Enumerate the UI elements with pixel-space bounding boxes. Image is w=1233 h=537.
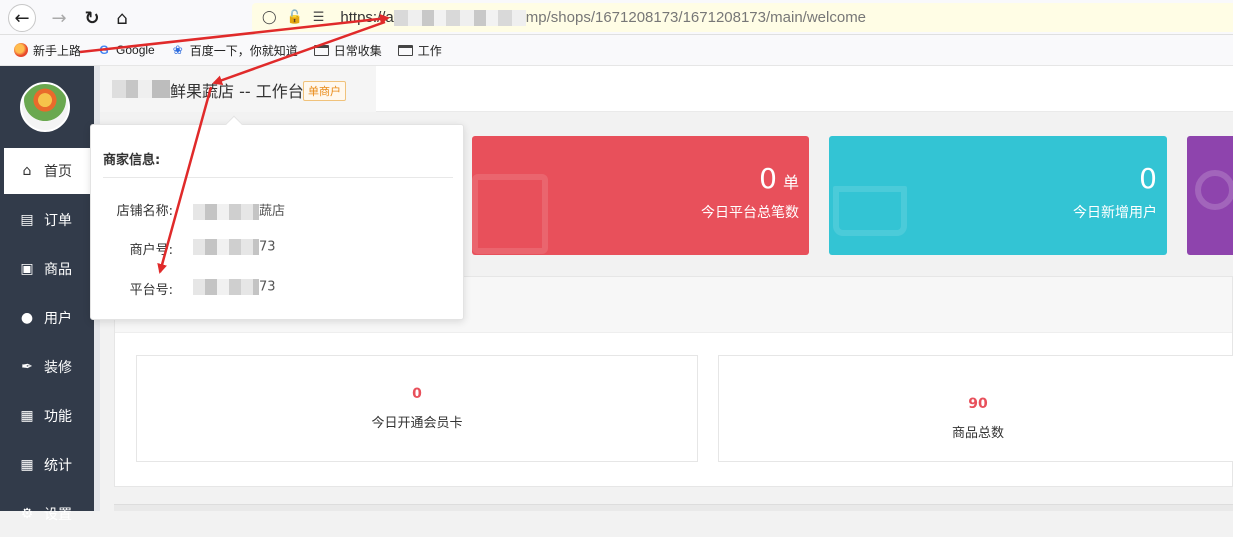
bookmark-label: 新手上路 — [33, 43, 82, 58]
forward-arrow-icon[interactable]: → — [45, 4, 73, 32]
stat-value: 0 — [412, 386, 422, 402]
sidebar-item-label: 统计 — [44, 458, 72, 474]
popover-arrow — [225, 115, 243, 133]
next-panel-edge — [114, 504, 1233, 511]
stat-value: 90 — [968, 396, 988, 412]
reload-icon[interactable]: ↻ — [78, 4, 106, 32]
back-arrow-icon[interactable]: ← — [8, 4, 36, 32]
redacted-value — [193, 203, 259, 220]
sidebar-item-products[interactable]: ▣ 商品 — [4, 246, 94, 292]
row-label: 商户号: — [129, 243, 173, 258]
value-suffix: 73 — [259, 279, 276, 295]
grid-icon: ▦ — [20, 457, 34, 473]
bookmark-google[interactable]: G Google — [97, 43, 155, 57]
bookmark-label: 日常收集 — [333, 43, 382, 58]
url-path: mp/shops/1671208173/1671208173/main/welc… — [525, 8, 867, 26]
sidebar-item-label: 装修 — [44, 360, 72, 376]
row-value: 蔬店 — [193, 200, 285, 220]
bookmarks-bar: 新手上路 G Google ❀ 百度一下，你就知道 日常收集 工作 — [0, 35, 1233, 66]
bookmark-label: 工作 — [417, 43, 442, 58]
row-value: 73 — [193, 279, 276, 295]
value-suffix: 蔬店 — [259, 204, 286, 219]
folder-icon — [397, 44, 413, 56]
row-label: 店铺名称: — [116, 204, 173, 219]
permissions-icon[interactable]: ☰ — [313, 10, 325, 25]
sidebar-item-label: 首页 — [44, 164, 72, 180]
order-icon: ▤ — [20, 212, 34, 228]
bookmark-label: Google — [116, 43, 155, 57]
folder-icon — [313, 44, 329, 56]
shop-avatar[interactable] — [20, 82, 70, 132]
home-icon: ⌂ — [22, 163, 32, 179]
stat-label: 今日开通会员卡 — [371, 416, 463, 431]
document-icon — [472, 174, 548, 254]
firefox-icon — [14, 43, 28, 57]
address-bar[interactable]: ◯ 🔓 ☰ https://a mp/shops/1671208173/16712… — [252, 3, 1233, 32]
stat-product-total: 90 商品总数 — [718, 355, 1233, 462]
sidebar-item-label: 用户 — [44, 311, 72, 327]
redacted-value — [193, 279, 259, 295]
baidu-paw-icon: ❀ — [172, 43, 183, 57]
bookmark-folder-daily[interactable]: 日常收集 — [313, 42, 382, 59]
sidebar-item-home[interactable]: ⌂ 首页 — [4, 148, 94, 194]
row-value: 73 — [193, 239, 276, 255]
card-new-users: 0 今日新增用户 — [829, 136, 1167, 255]
sidebar-item-users[interactable]: ● 用户 — [4, 295, 94, 341]
value-number: 0 — [759, 162, 777, 195]
sidebar-item-label: 设置 — [44, 507, 72, 523]
bookmark-folder-work[interactable]: 工作 — [397, 42, 442, 59]
sidebar-item-label: 商品 — [44, 262, 72, 278]
page-header: 鲜果蔬店 -- 工作台 单商户 — [100, 66, 1233, 112]
gear-icon: ⚙ — [20, 506, 34, 522]
bookmark-getting-started[interactable]: 新手上路 — [14, 42, 81, 59]
card-platform-orders: 0单 今日平台总笔数 — [472, 136, 809, 255]
cart-icon — [833, 186, 907, 236]
bookmark-label: 百度一下，你就知道 — [189, 43, 298, 58]
value-unit: 单 — [782, 173, 799, 192]
home-icon[interactable]: ⌂ — [108, 4, 136, 32]
sidebar: ⌂ 首页 ▤ 订单 ▣ 商品 ● 用户 ✒ 装修 ▦ 功能 ▦ 统计 ⚙ 设置 — [0, 66, 100, 523]
popover-title: 商家信息: — [103, 153, 161, 168]
search-icon — [1195, 170, 1233, 210]
sidebar-item-orders[interactable]: ▤ 订单 — [4, 197, 94, 243]
card-value: 0 — [1139, 162, 1157, 195]
redacted-host — [393, 10, 526, 27]
lock-warning-icon[interactable]: 🔓 — [287, 10, 303, 25]
bag-icon: ▣ — [20, 261, 34, 277]
sidebar-item-decoration[interactable]: ✒ 装修 — [4, 344, 94, 390]
card-partial — [1187, 136, 1233, 255]
divider — [103, 177, 453, 178]
sidebar-item-label: 订单 — [44, 213, 72, 229]
sidebar-item-label: 功能 — [44, 409, 72, 425]
browser-toolbar: ← → ↻ ⌂ ◯ 🔓 ☰ https://a mp/shops/16712081… — [0, 0, 1233, 35]
url-prefix: https://a — [340, 8, 394, 26]
sidebar-item-statistics[interactable]: ▦ 统计 — [4, 442, 94, 488]
url-text[interactable]: https://a mp/shops/1671208173/1671208173/… — [340, 8, 867, 27]
card-label: 今日平台总笔数 — [701, 205, 799, 221]
merchant-info-popover: 商家信息: 店铺名称: 蔬店 商户号: 73 平台号: 73 — [90, 115, 464, 320]
shop-type-badge: 单商户 — [303, 81, 346, 101]
brush-icon: ✒ — [21, 359, 33, 375]
card-value: 0单 — [759, 162, 799, 195]
shield-icon[interactable]: ◯ — [262, 10, 277, 25]
stat-label: 商品总数 — [951, 426, 1004, 441]
redacted-store-name — [112, 80, 170, 98]
value-suffix: 73 — [259, 239, 276, 255]
card-label: 今日新增用户 — [1073, 205, 1157, 221]
sidebar-item-settings[interactable]: ⚙ 设置 — [4, 491, 94, 537]
sidebar-item-features[interactable]: ▦ 功能 — [4, 393, 94, 439]
google-icon: G — [99, 43, 109, 57]
page-title: 鲜果蔬店 -- 工作台 — [170, 82, 304, 101]
bookmark-baidu[interactable]: ❀ 百度一下，你就知道 — [171, 42, 298, 59]
row-label: 平台号: — [129, 283, 173, 298]
store-tab[interactable]: 鲜果蔬店 -- 工作台 单商户 — [100, 66, 376, 112]
user-icon: ● — [20, 310, 34, 326]
grid-icon: ▦ — [20, 408, 34, 424]
stat-membership-cards: 0 今日开通会员卡 — [136, 355, 698, 462]
redacted-value — [193, 239, 259, 255]
